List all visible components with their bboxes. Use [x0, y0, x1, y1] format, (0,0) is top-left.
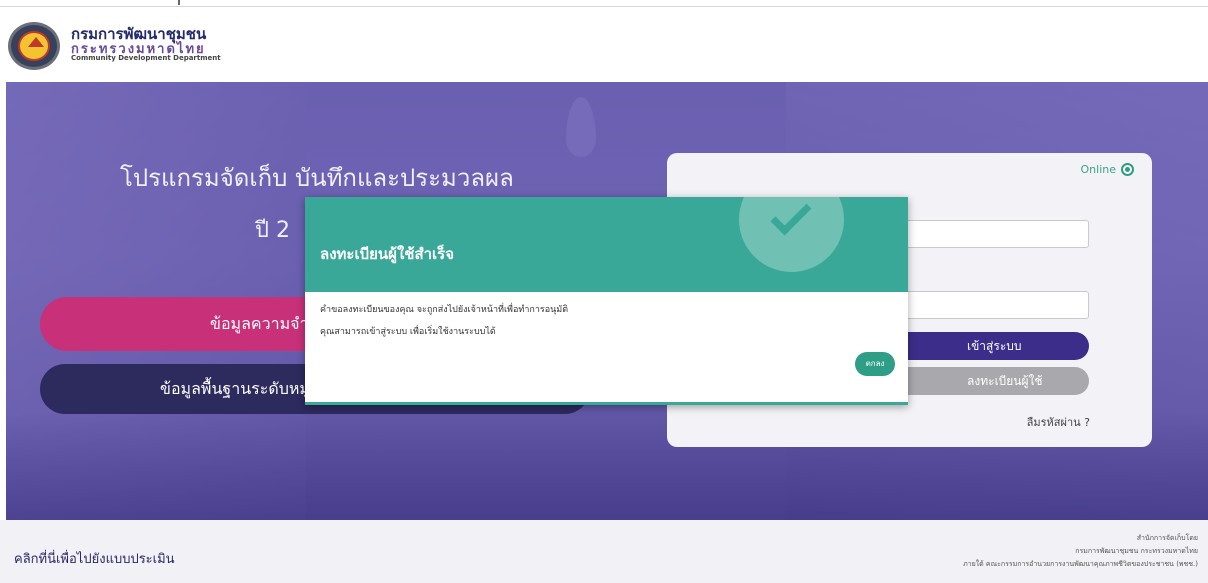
hero-title: โปรแกรมจัดเก็บ บันทึกและประมวลผล [120, 164, 514, 192]
dialog-header: ลงทะเบียนผู้ใช้สำเร็จ [305, 197, 908, 292]
leaf-icon [566, 97, 596, 157]
online-label: Online [1080, 163, 1116, 176]
hero-year: ปี 2 [255, 218, 290, 243]
success-check-icon [739, 197, 844, 272]
dialog-title: ลงทะเบียนผู้ใช้สำเร็จ [320, 245, 454, 263]
ok-button[interactable]: ตกลง [855, 352, 895, 376]
credit-line-2: กรมการพัฒนาชุมชน กระทรวงมหาดไทย [1075, 547, 1198, 555]
page: กรมการพัฒนาชุมชน กระทรวงมหาดไทย Communit… [0, 0, 1208, 583]
brand-name-english: Community Development Department [71, 54, 221, 62]
forgot-password-link[interactable]: ลืมรหัสผ่าน ? [1027, 413, 1090, 431]
logo-roof-icon [28, 37, 44, 47]
credit-line-3: ภายใต้ คณะกรรมการอำนวยการงานพัฒนาคุณภาพช… [963, 560, 1198, 568]
logo-emblem-icon [18, 31, 50, 61]
dialog-message-line-1: คำขอลงทะเบียนของคุณ จะถูกส่งไปยังเจ้าหน้… [320, 305, 569, 315]
credit-line-1: สำนักการจัดเก็บโดย [1136, 534, 1198, 542]
top-divider [0, 6, 1208, 7]
top-divider-tick [178, 0, 180, 5]
evaluation-link[interactable]: คลิกที่นี่เพื่อไปยังแบบประเมิน [14, 548, 175, 569]
checkmark-icon [770, 197, 812, 236]
registration-success-dialog: ลงทะเบียนผู้ใช้สำเร็จ คำขอลงทะเบียนของคุ… [305, 197, 908, 405]
site-footer: คลิกที่นี่เพื่อไปยังแบบประเมิน สำนักการจ… [0, 520, 1208, 583]
dialog-body: คำขอลงทะเบียนของคุณ จะถูกส่งไปยังเจ้าหน้… [305, 292, 908, 405]
online-radio-icon [1121, 163, 1134, 176]
site-header: กรมการพัฒนาชุมชน กระทรวงมหาดไทย Communit… [0, 0, 1208, 82]
footer-credit: สำนักการจัดเก็บโดย กรมการพัฒนาชุมชน กระท… [963, 532, 1198, 571]
online-status: Online [1081, 163, 1134, 176]
department-logo[interactable] [8, 22, 60, 70]
dialog-message-line-2: คุณสามารถเข้าสู่ระบบ เพื่อเริ่มใช้งานระบ… [320, 327, 496, 337]
dialog-bottom-border [305, 402, 908, 405]
